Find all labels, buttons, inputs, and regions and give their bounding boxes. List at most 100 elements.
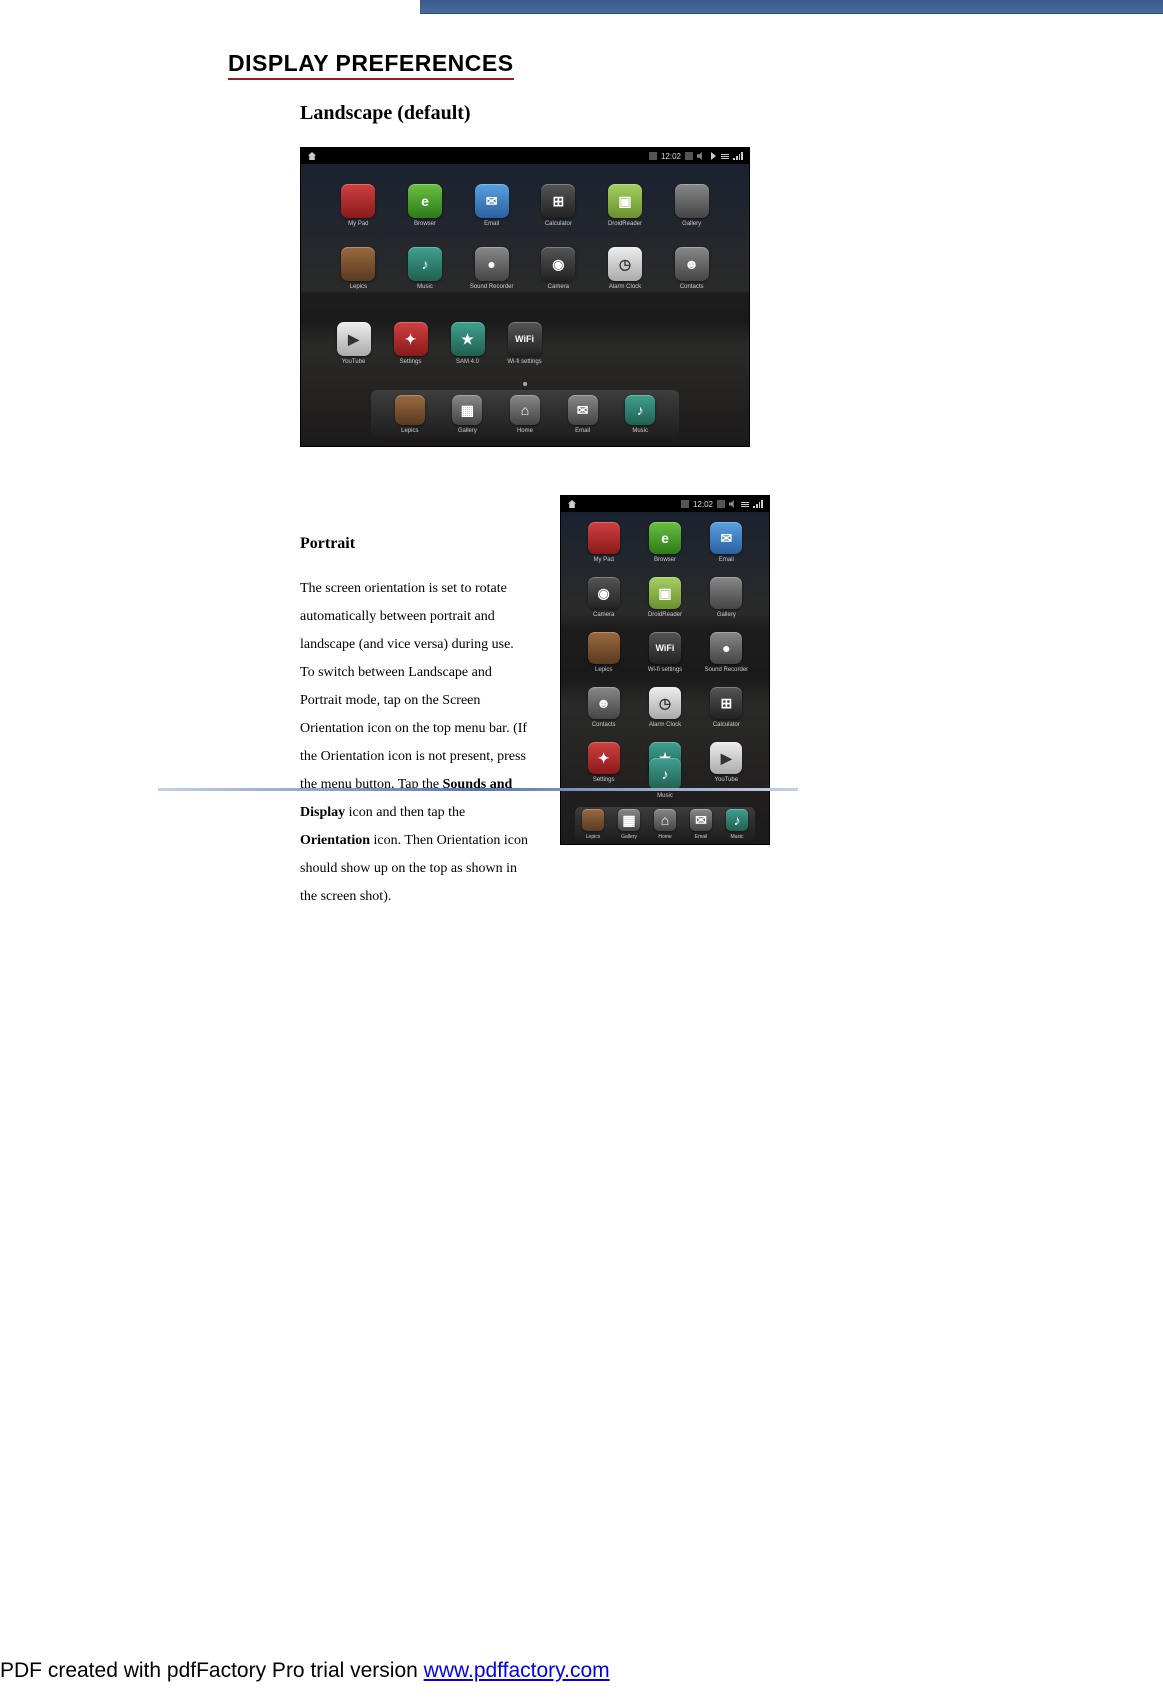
landscape-subtitle: Landscape (default) <box>300 102 948 125</box>
landscape-screenshot: 12:02 My PadeBrowser✉Email⊞Calculator▣Dr… <box>300 147 750 447</box>
app-label: Camera <box>548 284 569 290</box>
app-glyph-icon <box>675 184 709 218</box>
app-label: Gallery <box>458 428 477 434</box>
app-label: Sound Recorder <box>470 284 514 290</box>
app-icon: Gallery <box>698 577 755 618</box>
app-glyph-icon: ♪ <box>625 395 655 425</box>
app-label: Gallery <box>621 834 637 840</box>
section-heading: DISPLAY PREFERENCES <box>228 50 514 80</box>
app-glyph-icon: ☻ <box>675 247 709 281</box>
status-time: 12:02 <box>693 500 713 509</box>
header-accent-bar <box>420 0 1163 14</box>
app-icon: ⊞Calculator <box>529 184 588 227</box>
app-label: Contacts <box>680 284 704 290</box>
speaker-icon <box>697 152 705 160</box>
app-label: Music <box>632 428 648 434</box>
footer-link[interactable]: www.pdffactory.com <box>424 1659 610 1682</box>
page-indicator-icon <box>523 382 527 386</box>
app-glyph-icon: ⌂ <box>510 395 540 425</box>
app-label: Camera <box>593 612 614 618</box>
app-label: SAM 4.0 <box>456 359 479 365</box>
app-icon: eBrowser <box>396 184 455 227</box>
app-glyph-icon: ▦ <box>618 809 640 831</box>
app-label: Alarm Clock <box>609 284 641 290</box>
app-icon: My Pad <box>575 522 632 563</box>
app-grid-row3: ▶YouTube✦Settings★SAM 4.0WiFiWi-fi setti… <box>329 322 549 365</box>
app-icon: Lepics <box>395 395 425 434</box>
app-icon: ● Sound Recorder <box>462 247 521 290</box>
divider-rule <box>158 788 798 791</box>
app-glyph-icon: ✉ <box>690 809 712 831</box>
portrait-section: Portrait The screen orientation is set t… <box>300 495 948 911</box>
app-label: Browser <box>654 557 676 563</box>
speaker-icon <box>729 500 737 508</box>
app-icon: My Pad <box>329 184 388 227</box>
app-icon: Lepics <box>575 632 632 673</box>
home-icon <box>567 499 577 509</box>
app-icon: ⊞Calculator <box>698 687 755 728</box>
app-glyph-icon: e <box>408 184 442 218</box>
portrait-subtitle: Portrait <box>300 535 530 553</box>
signal-icon <box>753 500 763 508</box>
app-icon: ✉Email <box>462 184 521 227</box>
app-label: Alarm Clock <box>649 722 681 728</box>
app-icon: ●Sound Recorder <box>698 632 755 673</box>
status-indicator-icon <box>649 152 657 160</box>
tablet-statusbar: 12:02 <box>301 148 749 164</box>
app-glyph-icon <box>341 184 375 218</box>
app-glyph-icon: e <box>649 522 681 554</box>
app-label: Email <box>695 834 708 840</box>
home-icon <box>307 151 317 161</box>
app-icon: ▶YouTube <box>329 322 378 365</box>
app-glyph-icon <box>710 577 742 609</box>
app-label: Settings <box>400 359 422 365</box>
app-icon: WiFiWi-fi settings <box>500 322 549 365</box>
app-glyph-icon: ♪ <box>408 247 442 281</box>
page-content: DISPLAY PREFERENCES Landscape (default) … <box>228 50 948 911</box>
app-icon: ◉ Camera <box>575 577 632 618</box>
orientation-icon <box>685 152 693 160</box>
app-glyph-icon: ⊞ <box>710 687 742 719</box>
app-icon: ✉ Email <box>690 809 712 840</box>
app-icon: ♪ Music <box>625 395 655 434</box>
app-icon: ♪Music <box>649 758 681 799</box>
app-icon: Lepics <box>329 247 388 290</box>
app-glyph-icon: WiFi <box>508 322 542 356</box>
app-label: Home <box>658 834 671 840</box>
bold-text: Orientation <box>300 833 370 848</box>
app-label: Email <box>719 557 734 563</box>
menu-icon <box>741 502 749 507</box>
app-glyph-icon: ◷ <box>649 687 681 719</box>
app-label: YouTube <box>342 359 366 365</box>
app-glyph-icon: ✉ <box>475 184 509 218</box>
app-label: DroidReader <box>608 221 642 227</box>
app-icon: ♪Music <box>726 809 748 840</box>
app-icon: ▣ DroidReader <box>596 184 655 227</box>
app-icon: WiFiWi-fi settings <box>636 632 693 673</box>
app-label: Lepics <box>350 284 367 290</box>
app-glyph-icon: ✉ <box>710 522 742 554</box>
status-indicator-icon <box>681 500 689 508</box>
app-glyph-icon: ★ <box>451 322 485 356</box>
body-text: icon and then tap the <box>345 805 465 820</box>
dock: Lepics▦Gallery⌂Home✉Email♪Music <box>371 390 679 438</box>
app-label: Email <box>575 428 590 434</box>
app-icon: Gallery <box>662 184 721 227</box>
app-icon: ✉ Email <box>698 522 755 563</box>
app-label: Music <box>417 284 433 290</box>
app-glyph-icon: ♪ <box>726 809 748 831</box>
app-label: My Pad <box>348 221 368 227</box>
app-glyph-icon <box>588 522 620 554</box>
app-grid-last: ♪Music <box>575 758 755 799</box>
app-glyph-icon: ▣ <box>608 184 642 218</box>
app-glyph-icon: ◷ <box>608 247 642 281</box>
app-icon: ◉Camera <box>529 247 588 290</box>
app-glyph-icon: ◉ <box>588 577 620 609</box>
app-label: Lepics <box>401 428 418 434</box>
app-glyph-icon: ● <box>475 247 509 281</box>
app-icon: Lepics <box>582 809 604 840</box>
body-text: The screen orientation is set to rotate … <box>300 581 527 792</box>
pdf-footer: PDF created with pdfFactory Pro trial ve… <box>0 1659 610 1683</box>
app-glyph-icon <box>341 247 375 281</box>
app-icon: ◷ Alarm Clock <box>596 247 655 290</box>
